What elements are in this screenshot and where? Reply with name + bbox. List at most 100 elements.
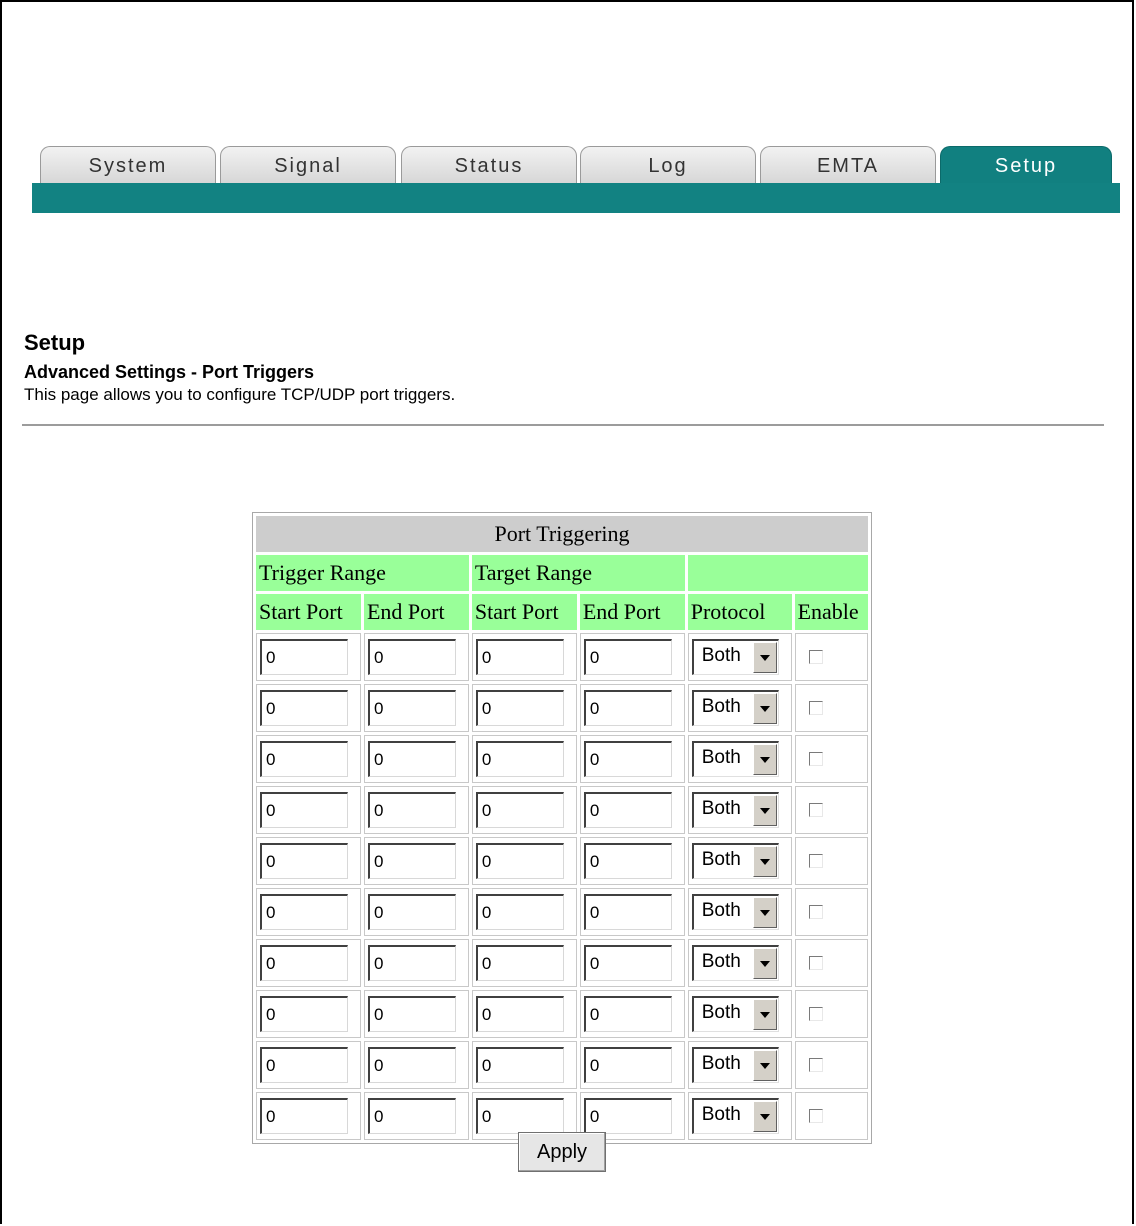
table-cell — [579, 633, 685, 681]
target-start-port-input[interactable] — [475, 894, 564, 930]
table-cell: Both — [687, 735, 792, 783]
chevron-down-icon[interactable] — [752, 846, 777, 877]
tab-status[interactable]: Status — [401, 146, 577, 184]
trigger-start-port-input[interactable] — [260, 843, 348, 879]
tab-signal[interactable]: Signal — [220, 146, 396, 184]
table-cell — [579, 888, 685, 936]
table-cell: Both — [687, 990, 792, 1038]
table-cell: Both — [687, 939, 792, 987]
chevron-down-icon[interactable] — [752, 897, 777, 928]
table-cell — [794, 735, 868, 783]
trigger-start-port-input[interactable] — [260, 792, 348, 828]
target-start-port-input[interactable] — [475, 843, 564, 879]
trigger-start-port-input[interactable] — [260, 1047, 348, 1083]
target-end-port-input[interactable] — [583, 792, 672, 828]
protocol-select-value: Both — [701, 1053, 741, 1074]
trigger-start-port-input[interactable] — [260, 996, 348, 1032]
enable-checkbox[interactable] — [808, 1058, 823, 1072]
tab-system[interactable]: System — [40, 146, 216, 184]
enable-checkbox[interactable] — [808, 854, 823, 868]
enable-checkbox[interactable] — [808, 1007, 823, 1021]
target-start-port-input[interactable] — [475, 690, 564, 726]
trigger-end-port-input[interactable] — [367, 741, 456, 777]
trigger-start-port-input[interactable] — [260, 894, 348, 930]
enable-checkbox[interactable] — [808, 650, 823, 664]
chevron-down-icon[interactable] — [752, 948, 777, 979]
protocol-select-value: Both — [701, 645, 741, 666]
protocol-select[interactable]: Both — [691, 1047, 779, 1083]
tab-log[interactable]: Log — [580, 146, 756, 184]
trigger-end-port-input[interactable] — [367, 792, 456, 828]
trigger-start-port-input[interactable] — [260, 945, 348, 981]
protocol-select[interactable]: Both — [691, 792, 779, 828]
protocol-select[interactable]: Both — [691, 843, 779, 879]
enable-checkbox[interactable] — [808, 803, 823, 817]
protocol-select[interactable]: Both — [691, 690, 779, 726]
target-end-port-input[interactable] — [583, 639, 672, 675]
chevron-down-icon[interactable] — [752, 744, 777, 775]
enable-checkbox[interactable] — [808, 956, 823, 970]
chevron-down-icon[interactable] — [752, 693, 777, 724]
page-description: This page allows you to configure TCP/UD… — [24, 385, 456, 404]
trigger-end-port-input[interactable] — [367, 1098, 456, 1134]
table-cell — [579, 735, 685, 783]
trigger-start-port-input[interactable] — [260, 741, 348, 777]
enable-checkbox[interactable] — [808, 1109, 823, 1123]
protocol-select[interactable]: Both — [691, 894, 779, 930]
table-caption: Port Triggering — [256, 516, 868, 552]
trigger-end-port-input[interactable] — [367, 690, 456, 726]
target-start-port-input[interactable] — [475, 996, 564, 1032]
target-end-port-input[interactable] — [583, 945, 672, 981]
enable-checkbox[interactable] — [808, 701, 823, 715]
enable-checkbox[interactable] — [808, 752, 823, 766]
target-end-port-input[interactable] — [583, 1098, 672, 1134]
protocol-select-value: Both — [701, 696, 741, 717]
apply-button[interactable]: Apply — [518, 1132, 606, 1172]
protocol-select[interactable]: Both — [691, 945, 779, 981]
trigger-start-port-input[interactable] — [260, 639, 348, 675]
target-end-port-input[interactable] — [583, 1047, 672, 1083]
protocol-select[interactable]: Both — [691, 639, 779, 675]
trigger-end-port-input[interactable] — [367, 1047, 456, 1083]
trigger-end-port-input[interactable] — [367, 996, 456, 1032]
target-start-port-input[interactable] — [475, 1098, 564, 1134]
trigger-end-port-input[interactable] — [367, 843, 456, 879]
trigger-end-port-input[interactable] — [367, 894, 456, 930]
table-cell — [794, 888, 868, 936]
table-cell — [794, 939, 868, 987]
target-start-port-input[interactable] — [475, 639, 564, 675]
trigger-end-port-input[interactable] — [367, 639, 456, 675]
target-end-port-input[interactable] — [583, 690, 672, 726]
target-end-port-input[interactable] — [583, 843, 672, 879]
trigger-start-port-input[interactable] — [260, 690, 348, 726]
table-cell: Both — [687, 786, 792, 834]
target-end-port-input[interactable] — [583, 894, 672, 930]
tab-emta[interactable]: EMTA — [760, 146, 936, 184]
target-start-port-input[interactable] — [475, 792, 564, 828]
table-cell — [363, 990, 469, 1038]
table-cell — [363, 684, 469, 732]
target-end-port-input[interactable] — [583, 996, 672, 1032]
chevron-down-icon[interactable] — [752, 795, 777, 826]
chevron-down-icon[interactable] — [752, 642, 777, 673]
target-start-port-input[interactable] — [475, 741, 564, 777]
chevron-down-icon[interactable] — [752, 999, 777, 1030]
table-cell — [256, 735, 361, 783]
trigger-end-port-input[interactable] — [367, 945, 456, 981]
table-cell — [794, 684, 868, 732]
protocol-select[interactable]: Both — [691, 741, 779, 777]
target-end-port-input[interactable] — [583, 741, 672, 777]
protocol-select[interactable]: Both — [691, 1098, 779, 1134]
page-title: Setup — [24, 330, 86, 355]
table-row: Both — [256, 684, 868, 732]
enable-checkbox[interactable] — [808, 905, 823, 919]
target-start-port-input[interactable] — [475, 1047, 564, 1083]
table-cell — [794, 1041, 868, 1089]
trigger-start-port-input[interactable] — [260, 1098, 348, 1134]
chevron-down-icon[interactable] — [752, 1101, 777, 1132]
chevron-down-icon[interactable] — [752, 1050, 777, 1081]
tab-setup[interactable]: Setup — [940, 146, 1112, 184]
target-start-port-input[interactable] — [475, 945, 564, 981]
table-cell — [256, 786, 361, 834]
protocol-select[interactable]: Both — [691, 996, 779, 1032]
